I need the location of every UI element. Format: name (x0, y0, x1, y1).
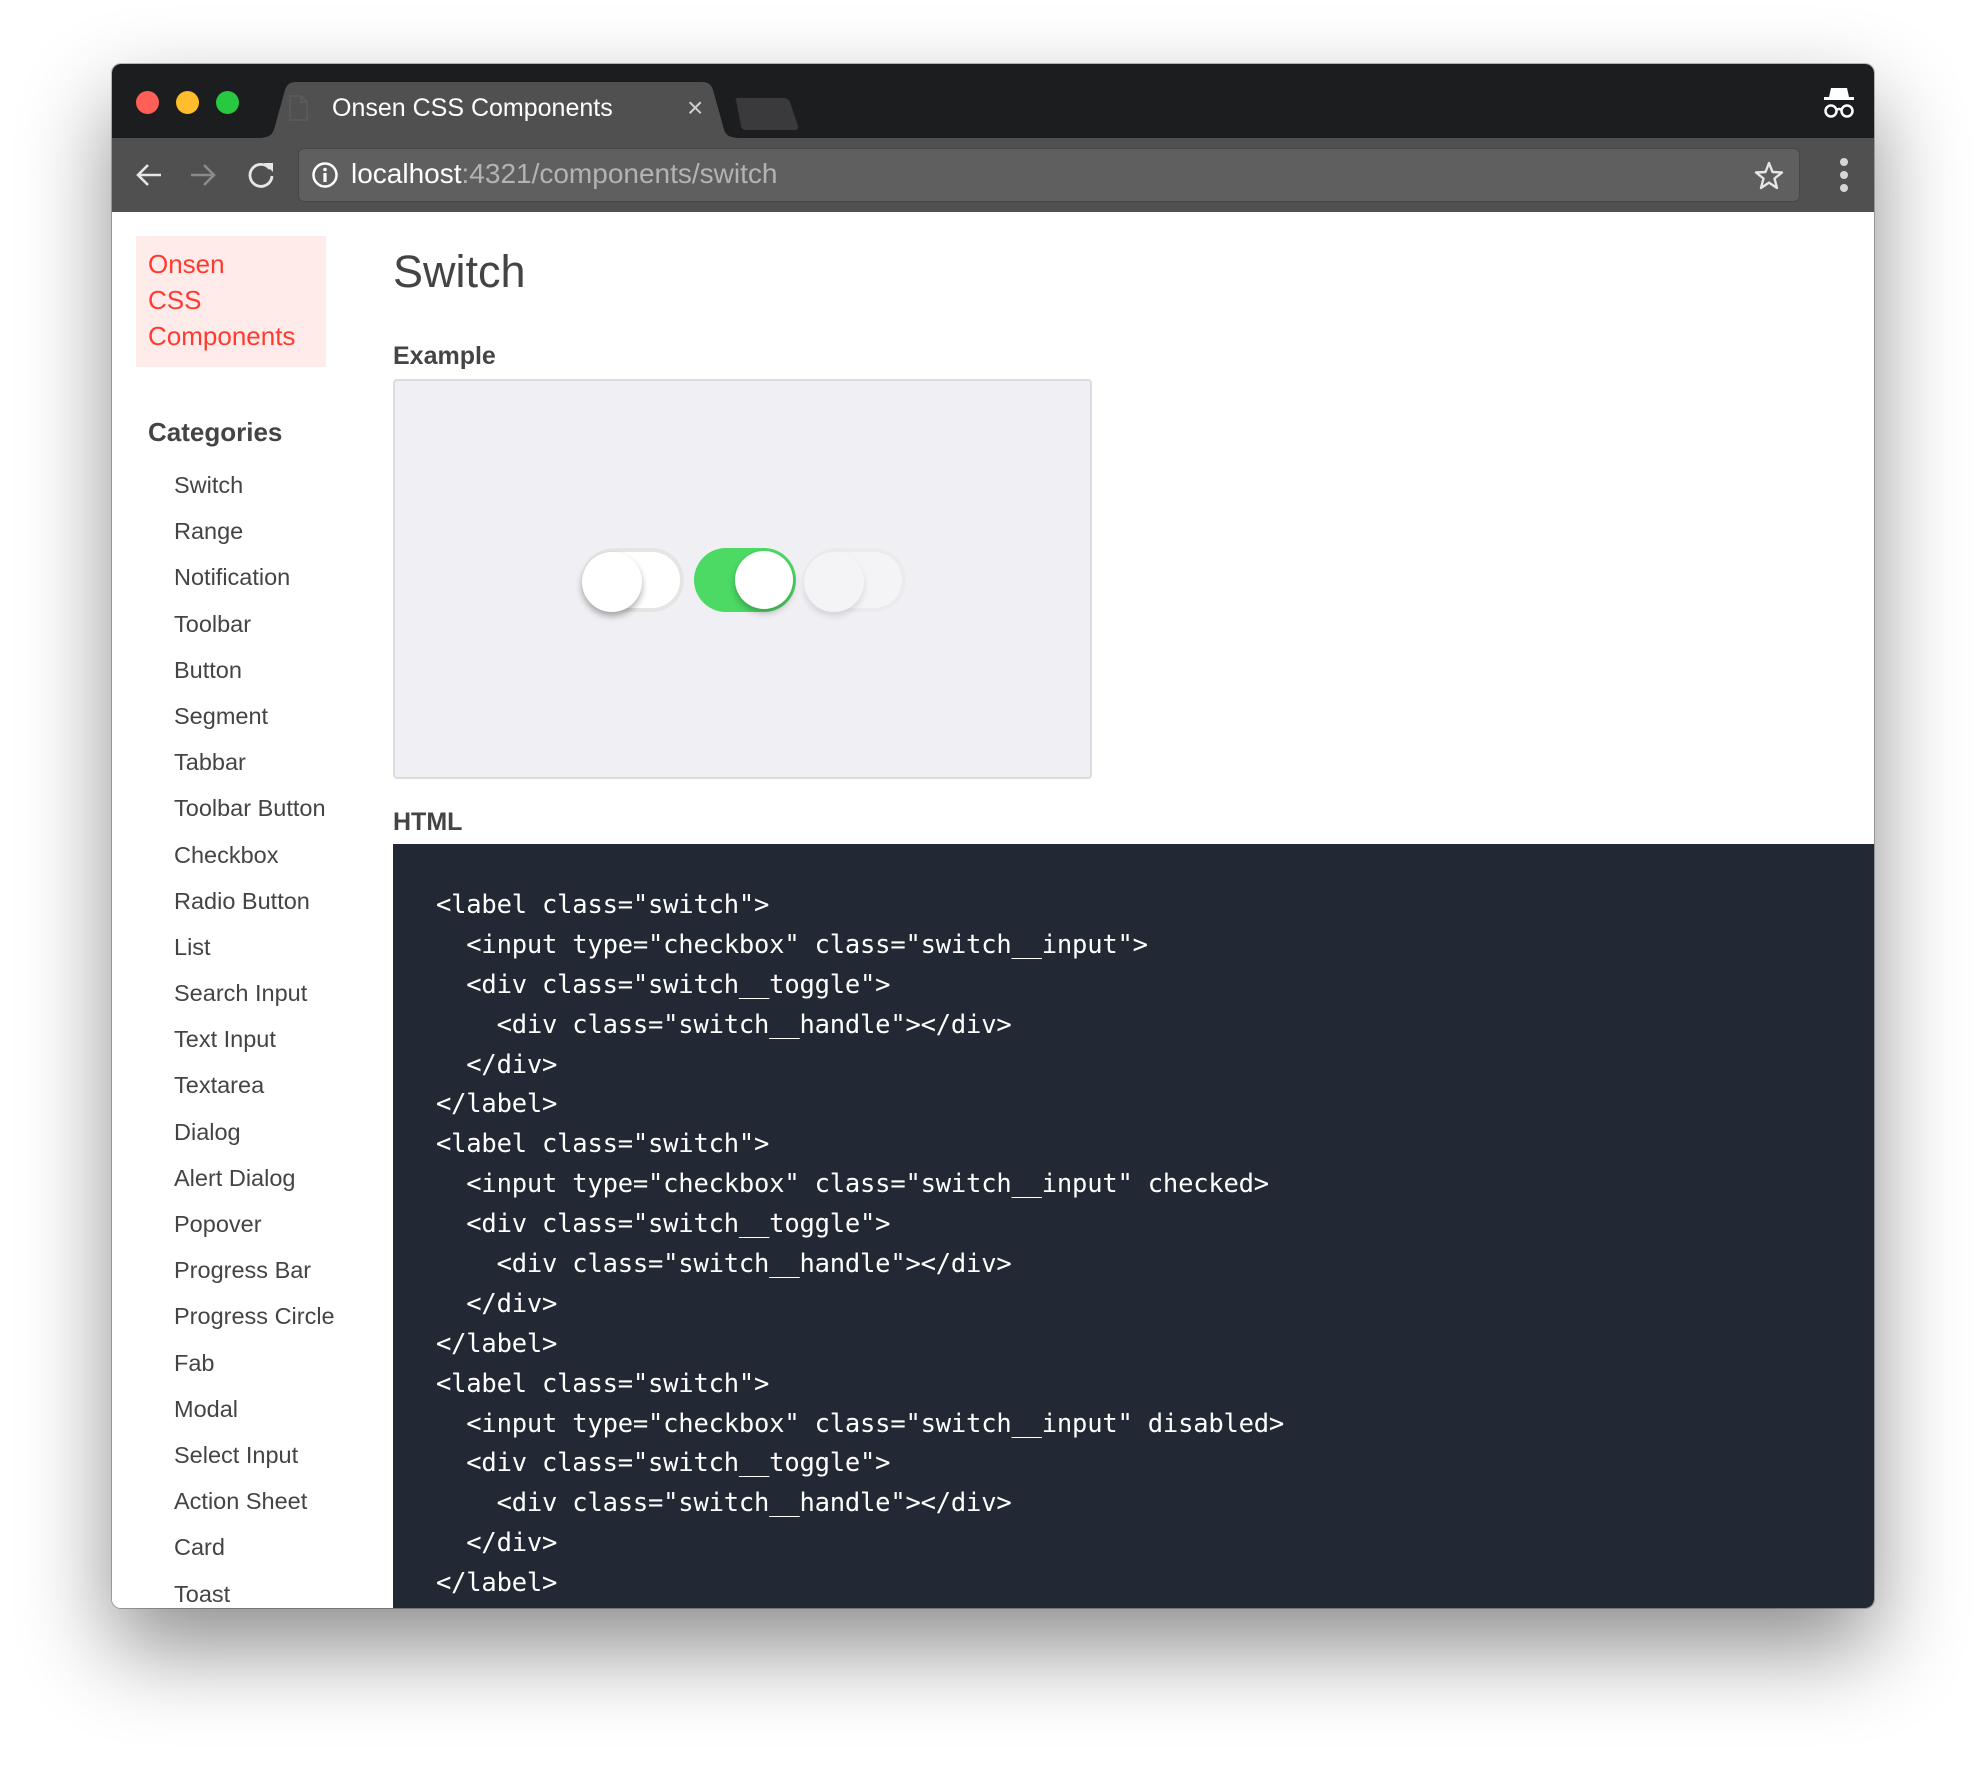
incognito-icon (1822, 84, 1856, 125)
forward-button[interactable] (186, 158, 220, 192)
categories-heading: Categories (148, 417, 283, 447)
browser-window: Onsen CSS Components × localhost:4321/co… (112, 64, 1874, 1608)
forward-arrow-icon (191, 164, 216, 186)
sidebar: Onsen CSS Components Categories Switch R… (112, 212, 393, 1608)
sidebar-item-dialog[interactable]: Dialog (174, 1109, 335, 1155)
tab-strip: Onsen CSS Components × (112, 64, 1874, 138)
sidebar-item-button[interactable]: Button (174, 647, 335, 693)
sidebar-item-progress-circle[interactable]: Progress Circle (174, 1293, 335, 1339)
reload-icon (248, 162, 274, 188)
sidebar-item-action-sheet[interactable]: Action Sheet (174, 1478, 335, 1524)
tab-close-icon[interactable]: × (687, 94, 703, 122)
code-line: <label class="switch"> (436, 1368, 770, 1399)
back-button[interactable] (132, 158, 166, 192)
switch-handle (735, 551, 793, 609)
code-line: <label class="switch"> (436, 1129, 770, 1160)
code-line: <input type="checkbox" class="switch__in… (436, 1169, 1269, 1200)
sidebar-item-toolbar-button[interactable]: Toolbar Button (174, 785, 335, 831)
code-line: </div> (436, 1288, 558, 1319)
code-line: <div class="switch__toggle"> (436, 969, 891, 1000)
new-tab-button[interactable] (734, 98, 800, 135)
sidebar-item-checkbox[interactable]: Checkbox (174, 832, 335, 878)
switch-off[interactable] (582, 548, 684, 612)
sidebar-item-modal[interactable]: Modal (174, 1386, 335, 1432)
logo[interactable]: Onsen CSS Components (136, 236, 326, 367)
code-line: </label> (436, 1089, 558, 1120)
menu-icon[interactable] (1840, 158, 1850, 197)
sidebar-item-list[interactable]: List (174, 924, 335, 970)
sidebar-item-text-input[interactable]: Text Input (174, 1016, 335, 1062)
sidebar-item-switch[interactable]: Switch (174, 462, 335, 508)
url-host: localhost (351, 158, 462, 189)
logo-line-3: Components (148, 321, 296, 351)
switch-disabled (804, 548, 906, 612)
url-text: localhost:4321/components/switch (351, 158, 777, 190)
code-line: <div class="switch__handle"></div> (436, 1009, 1012, 1040)
info-icon[interactable] (311, 161, 339, 194)
example-heading: Example (393, 342, 496, 370)
url-path: :4321/components/switch (461, 158, 778, 189)
code-line: </div> (436, 1528, 558, 1559)
html-heading: HTML (393, 808, 463, 836)
page-title: Switch (393, 246, 526, 297)
code-line: <div class="switch__handle"></div> (436, 1488, 1012, 1519)
tab-title: Onsen CSS Components (332, 94, 613, 122)
minimize-window-button[interactable] (176, 91, 199, 114)
sidebar-item-toast[interactable]: Toast (174, 1571, 335, 1609)
sidebar-item-select-input[interactable]: Select Input (174, 1432, 335, 1478)
sidebar-item-tabbar[interactable]: Tabbar (174, 739, 335, 785)
logo-line-1: Onsen (148, 249, 225, 279)
code-line: </label> (436, 1568, 558, 1599)
code-line: <div class="switch__toggle"> (436, 1448, 891, 1479)
code-line: <div class="switch__handle"></div> (436, 1249, 1012, 1280)
code-line: </label> (436, 1328, 558, 1359)
maximize-window-button[interactable] (216, 91, 239, 114)
tab-onsen-css-components[interactable]: Onsen CSS Components × (257, 82, 741, 138)
page-content: Onsen CSS Components Categories Switch R… (112, 212, 1874, 1608)
sidebar-item-radio-button[interactable]: Radio Button (174, 878, 335, 924)
sidebar-item-popover[interactable]: Popover (174, 1201, 335, 1247)
code-line: </div> (436, 1049, 558, 1080)
sidebar-item-segment[interactable]: Segment (174, 693, 335, 739)
browser-toolbar: localhost:4321/components/switch (112, 138, 1874, 213)
document-icon (288, 95, 308, 126)
code-line: <input type="checkbox" class="switch__in… (436, 929, 1148, 960)
reload-button[interactable] (244, 158, 278, 192)
sidebar-item-range[interactable]: Range (174, 508, 335, 554)
code-block: <label class="switch"> <input type="chec… (393, 844, 1874, 1608)
category-list: Switch Range Notification Toolbar Button… (174, 462, 335, 1608)
back-arrow-icon (136, 164, 161, 186)
switch-on[interactable] (694, 548, 796, 612)
sidebar-item-search-input[interactable]: Search Input (174, 970, 335, 1016)
switch-handle (804, 552, 864, 612)
code-line: <div class="switch__toggle"> (436, 1209, 891, 1240)
code-line: <input type="checkbox" class="switch__in… (436, 1408, 1285, 1439)
sidebar-item-alert-dialog[interactable]: Alert Dialog (174, 1155, 335, 1201)
code-content: <label class="switch"> <input type="chec… (436, 886, 1284, 1604)
logo-line-2: CSS (148, 285, 202, 315)
sidebar-item-toolbar[interactable]: Toolbar (174, 601, 335, 647)
sidebar-item-card[interactable]: Card (174, 1524, 335, 1570)
main-content: Switch Example HTML <label class="switch… (393, 212, 1874, 1608)
example-preview (393, 379, 1092, 779)
sidebar-item-notification[interactable]: Notification (174, 554, 335, 600)
switch-handle (582, 552, 642, 612)
address-bar[interactable]: localhost:4321/components/switch (298, 148, 1800, 202)
code-line: <label class="switch"> (436, 890, 770, 920)
sidebar-item-fab[interactable]: Fab (174, 1340, 335, 1386)
bookmark-star-icon[interactable] (1753, 160, 1785, 197)
close-window-button[interactable] (136, 91, 159, 114)
sidebar-item-progress-bar[interactable]: Progress Bar (174, 1247, 335, 1293)
sidebar-item-textarea[interactable]: Textarea (174, 1062, 335, 1108)
